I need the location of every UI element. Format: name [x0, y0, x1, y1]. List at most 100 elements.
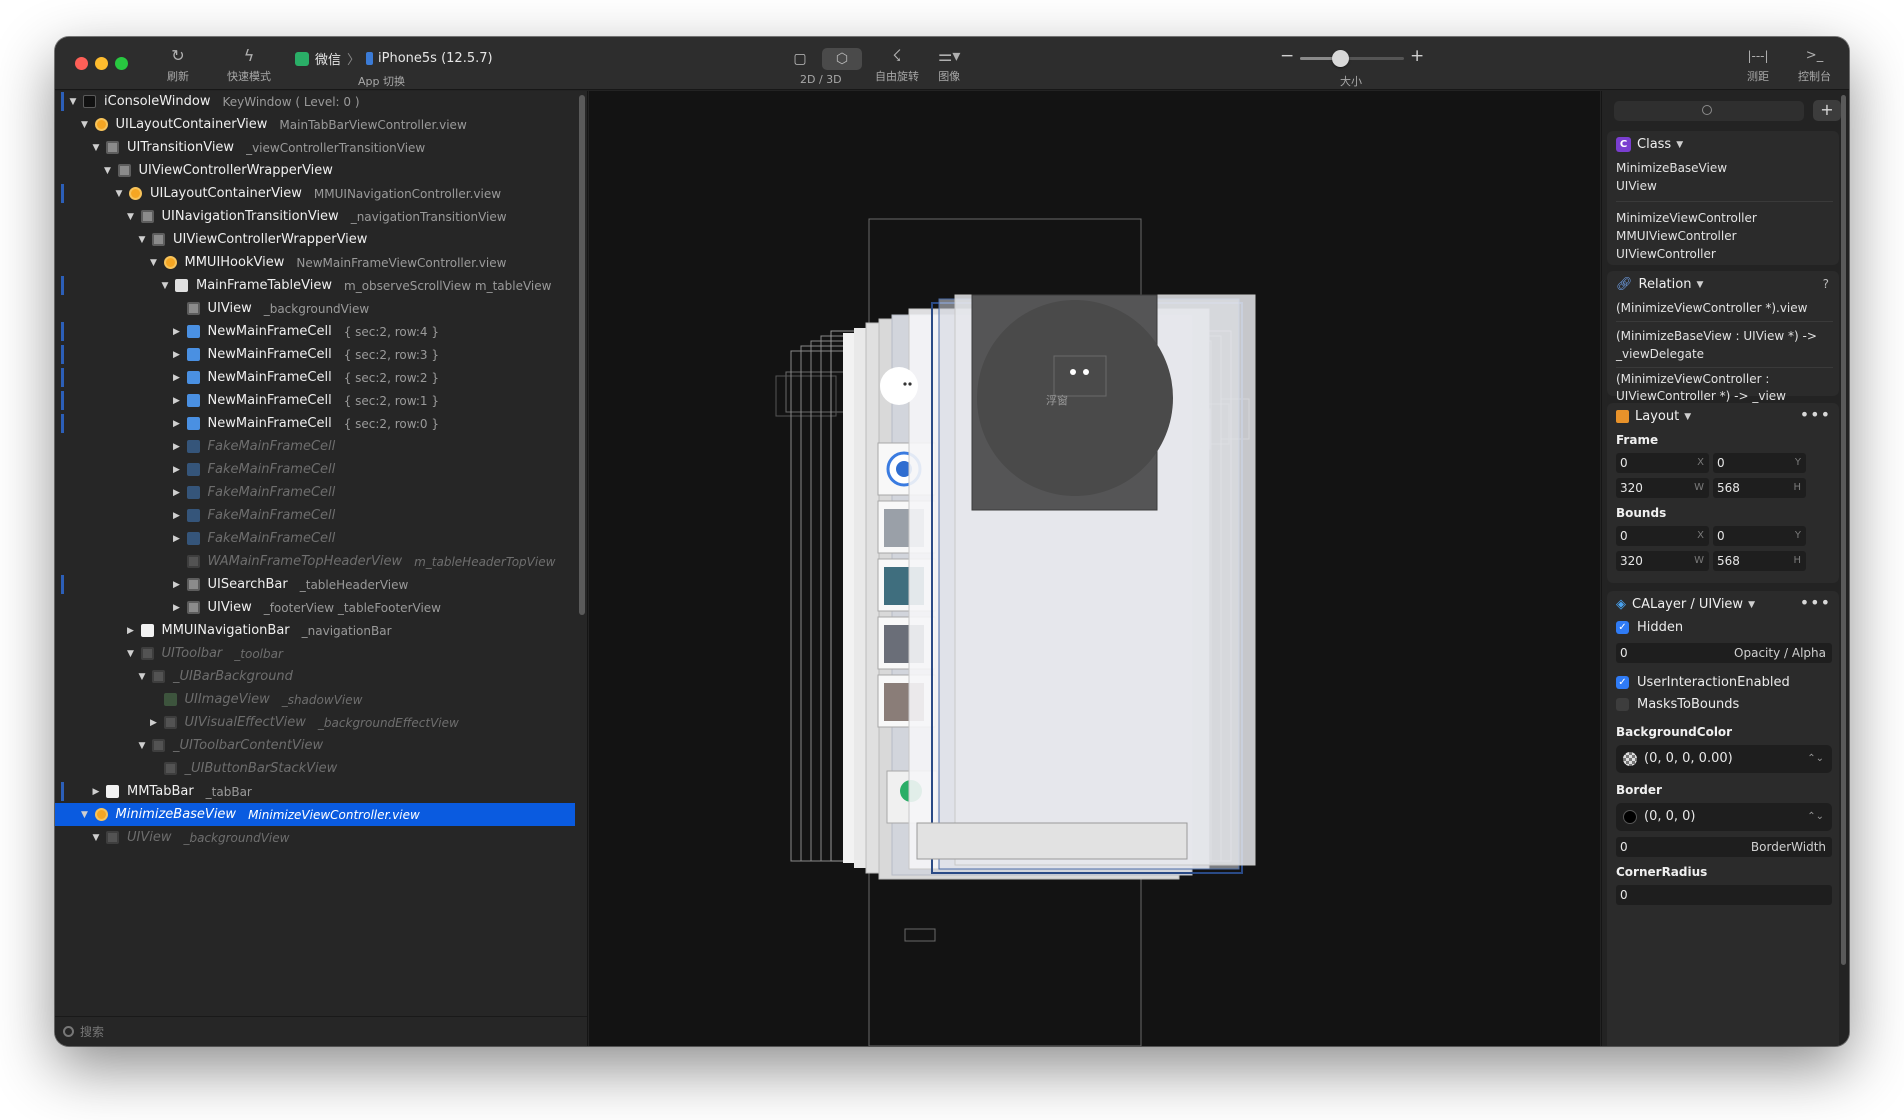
console-button[interactable]: >_ 控制台 — [1798, 45, 1831, 84]
tree-row[interactable]: ▼ UINavigationTransitionView _navigationTr… — [55, 205, 575, 228]
tree-row[interactable]: ▶ FakeMainFrameCell — [55, 435, 575, 458]
zoom-out-icon[interactable]: − — [1280, 46, 1294, 66]
tree-row[interactable]: ▶ NewMainFrameCell { sec:2, row:4 } — [55, 320, 575, 343]
disclosure-closed-icon[interactable]: ▶ — [171, 396, 183, 406]
zoom-window-button[interactable] — [115, 57, 128, 70]
help-button[interactable]: ? — [1823, 277, 1829, 291]
disclosure-closed-icon[interactable]: ▶ — [125, 626, 137, 636]
frame-width-field[interactable]: 320 W — [1616, 478, 1709, 498]
disclosure-open-icon[interactable]: ▼ — [67, 97, 79, 107]
disclosure-open-icon[interactable]: ▼ — [79, 810, 91, 820]
bounds-x-field[interactable]: 0X — [1616, 526, 1709, 546]
add-button[interactable]: + — [1813, 100, 1841, 121]
tree-row[interactable]: ▼ UILayoutContainerView MainTabBarViewCont… — [55, 113, 575, 136]
bounds-width-field[interactable]: 320 W — [1616, 551, 1709, 571]
tree-row[interactable]: ▶ NewMainFrameCell { sec:2, row:0 } — [55, 412, 575, 435]
layout-card-header[interactable]: Layout ▼ — [1616, 409, 1691, 424]
tree-row[interactable]: ▶ FakeMainFrameCell — [55, 504, 575, 527]
tree-scrollbar[interactable] — [579, 95, 585, 615]
disclosure-open-icon[interactable]: ▼ — [113, 189, 125, 199]
bounds-height-field[interactable]: 568 H — [1713, 551, 1806, 571]
2d-mode-button[interactable]: ▢ — [780, 48, 820, 70]
tree-row[interactable]: ▼ UIView _backgroundView — [55, 826, 575, 849]
class-name[interactable]: MinimizeBaseView — [1616, 159, 1727, 177]
hidden-checkbox[interactable]: ✓ Hidden — [1616, 620, 1683, 635]
relation-line-group[interactable]: (MinimizeViewController : UIViewControll… — [1616, 372, 1786, 403]
tree-row[interactable]: ▼ MainFrameTableView m_observeScrollView m… — [55, 274, 575, 297]
tree-row[interactable]: ▶_UIButtonBarStackView — [55, 757, 575, 780]
relation-line[interactable]: _viewDelegate — [1616, 345, 1704, 363]
class-card-header[interactable]: C Class ▼ — [1616, 137, 1683, 152]
fast-mode-button[interactable]: ϟ 快速模式 — [227, 45, 271, 84]
user-interaction-checkbox[interactable]: ✓ UserInteractionEnabled — [1616, 675, 1790, 690]
3d-view-canvas[interactable]: 浮窗 — [589, 91, 1600, 1046]
disclosure-open-icon[interactable]: ▼ — [136, 235, 148, 245]
more-options-icon[interactable]: ••• — [1800, 405, 1831, 424]
tree-row[interactable]: ▼ UIToolbar _toolbar — [55, 642, 575, 665]
close-window-button[interactable] — [75, 57, 88, 70]
refresh-button[interactable]: ↻ 刷新 — [167, 45, 189, 84]
disclosure-open-icon[interactable]: ▼ — [148, 258, 160, 268]
disclosure-open-icon[interactable]: ▼ — [90, 143, 102, 153]
image-options-button[interactable]: ⚌▾ 图像 — [938, 45, 960, 84]
bounds-y-field[interactable]: 0Y — [1713, 526, 1806, 546]
size-slider[interactable]: − + 大小 — [1280, 46, 1424, 88]
frame-height-field[interactable]: 568 H — [1713, 478, 1806, 498]
more-options-icon[interactable]: ••• — [1800, 593, 1831, 612]
background-color-select[interactable]: (0, 0, 0, 0.00) ⌃⌄ — [1616, 745, 1832, 773]
relation-line[interactable]: (MinimizeBaseView : UIView *) -> — [1616, 327, 1817, 345]
inspector-scrollbar[interactable] — [1841, 95, 1846, 965]
tree-row[interactable]: ▼ iConsoleWindow KeyWindow ( Level: 0 ) — [55, 91, 575, 113]
disclosure-open-icon[interactable]: ▼ — [136, 741, 148, 751]
disclosure-closed-icon[interactable]: ▶ — [171, 511, 183, 521]
disclosure-closed-icon[interactable]: ▶ — [171, 350, 183, 360]
controller-base-class-name[interactable]: UIViewController — [1616, 245, 1716, 263]
tree-row[interactable]: ▶ UISearchBar _tableHeaderView — [55, 573, 575, 596]
tree-row[interactable]: ▶ FakeMainFrameCell — [55, 481, 575, 504]
inspector-search-input[interactable] — [1614, 101, 1804, 121]
tree-row[interactable]: ▼ MMUIHookView NewMainFrameViewController.… — [55, 251, 575, 274]
disclosure-closed-icon[interactable]: ▶ — [171, 580, 183, 590]
opacity-field[interactable]: 0 Opacity / Alpha — [1616, 643, 1832, 663]
tree-row[interactable]: ▶ UIView _footerView _tableFooterView — [55, 596, 575, 619]
relation-card-header[interactable]: 🔗︎ Relation ▼ — [1616, 277, 1703, 292]
tree-row[interactable]: ▶UIImageView_shadowView — [55, 688, 575, 711]
frame-y-field[interactable]: 0Y — [1713, 453, 1806, 473]
app-switch-button[interactable]: 微信 〉 iPhone5s (12.5.7) — [295, 49, 493, 68]
disclosure-open-icon[interactable]: ▼ — [102, 166, 114, 176]
free-rotate-button[interactable]: ☇ 自由旋转 — [875, 45, 919, 84]
border-width-field[interactable]: 0 BorderWidth — [1616, 837, 1832, 857]
tree-row[interactable]: ▶ NewMainFrameCell { sec:2, row:2 } — [55, 366, 575, 389]
controller-class-name[interactable]: MinimizeViewController — [1616, 209, 1757, 227]
tree-row[interactable]: ▶WAMainFrameTopHeaderViewm_tableHeaderTo… — [55, 550, 575, 573]
tree-row[interactable]: ▼ _UIToolbarContentView — [55, 734, 575, 757]
disclosure-open-icon[interactable]: ▼ — [90, 833, 102, 843]
tree-row[interactable]: ▶ FakeMainFrameCell — [55, 458, 575, 481]
tree-row[interactable]: ▶ NewMainFrameCell { sec:2, row:3 } — [55, 343, 575, 366]
tree-search-field[interactable]: 搜索 — [55, 1016, 587, 1046]
tree-row[interactable]: ▼ UIViewControllerWrapperView — [55, 159, 575, 182]
tree-row[interactable]: ▶ MMTabBar _tabBar — [55, 780, 575, 803]
disclosure-closed-icon[interactable]: ▶ — [171, 465, 183, 475]
superclass-name[interactable]: UIView — [1616, 177, 1657, 195]
disclosure-closed-icon[interactable]: ▶ — [171, 534, 183, 544]
disclosure-closed-icon[interactable]: ▶ — [171, 488, 183, 498]
disclosure-closed-icon[interactable]: ▶ — [171, 419, 183, 429]
tree-row[interactable]: ▼ UITransitionView _viewControllerTransiti… — [55, 136, 575, 159]
disclosure-open-icon[interactable]: ▼ — [159, 281, 171, 291]
controller-superclass-name[interactable]: MMUIViewController — [1616, 227, 1737, 245]
tree-row[interactable]: ▶ UIVisualEffectView _backgroundEffectView — [55, 711, 575, 734]
relation-line[interactable]: (MinimizeViewController *).view — [1616, 299, 1807, 317]
tree-row[interactable]: ▼ UILayoutContainerView MMUINavigationCont… — [55, 182, 575, 205]
disclosure-closed-icon[interactable]: ▶ — [90, 787, 102, 797]
minimize-window-button[interactable] — [95, 57, 108, 70]
size-slider-knob[interactable] — [1331, 50, 1349, 67]
disclosure-open-icon[interactable]: ▼ — [136, 672, 148, 682]
disclosure-open-icon[interactable]: ▼ — [125, 649, 137, 659]
corner-radius-field[interactable]: 0 — [1616, 885, 1832, 905]
tree-row[interactable]: ▼ MinimizeBaseView MinimizeViewController.… — [55, 803, 575, 826]
disclosure-closed-icon[interactable]: ▶ — [171, 442, 183, 452]
tree-row[interactable]: ▶ FakeMainFrameCell — [55, 527, 575, 550]
disclosure-open-icon[interactable]: ▼ — [79, 120, 91, 130]
masks-to-bounds-checkbox[interactable]: MasksToBounds — [1616, 697, 1739, 712]
